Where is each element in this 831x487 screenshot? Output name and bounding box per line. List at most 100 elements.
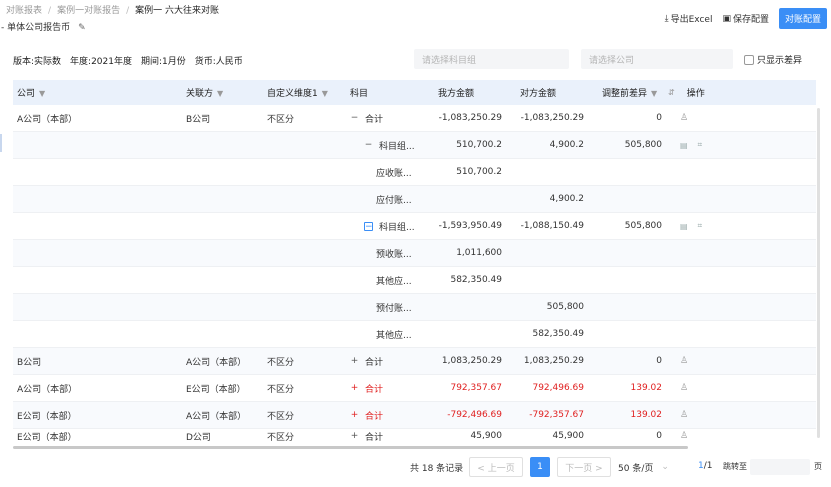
col-op: ⇵ 操作 <box>666 86 816 99</box>
company-select[interactable]: 请选择公司 <box>581 49 733 69</box>
sort-icon[interactable]: ⇵ <box>668 88 675 97</box>
save-config-button[interactable]: ▣ 保存配置 <box>722 12 769 26</box>
cell-mine: 510,700.2 <box>456 140 502 150</box>
col-company[interactable]: 公司 ▼ <box>13 86 182 99</box>
cell-op: ♙ <box>666 356 816 366</box>
col-dim[interactable]: 自定义维度1 ▼ <box>263 86 346 99</box>
filter-icon[interactable]: ▼ <box>217 89 223 98</box>
person-icon[interactable]: ♙ <box>680 410 688 420</box>
cell-party: B公司 <box>186 114 211 125</box>
collapse-icon[interactable]: − <box>364 221 373 231</box>
subtitle-text: - 单体公司报告币 <box>1 23 71 33</box>
table-row[interactable]: 其他应... 582,350.49 <box>13 321 816 348</box>
export-excel-button[interactable]: ⤓ 导出Excel <box>665 12 713 26</box>
table-row[interactable]: E公司（本部） D公司 不区分 + 合计 45,900 45,900 0 ♙ <box>13 429 816 443</box>
cell-diff: 0 <box>656 431 662 441</box>
cell-party: A公司（本部） <box>186 411 247 422</box>
only-diff-label: 只显示差异 <box>757 56 803 66</box>
cell-their: -1,088,150.49 <box>520 221 584 231</box>
collapse-icon[interactable]: − <box>364 140 373 150</box>
subject-label: 合计 <box>365 357 384 368</box>
detail-icon[interactable]: ▤ <box>680 141 688 150</box>
table-row[interactable]: A公司（本部） B公司 不区分 − 合计 -1,083,250.29 -1,083… <box>13 105 816 132</box>
table-row[interactable]: E公司（本部） A公司（本部） 不区分 + 合计 -792,496.69 -792… <box>13 402 816 429</box>
cell-mine: 792,357.67 <box>450 383 502 393</box>
only-diff-checkbox[interactable]: 只显示差异 <box>744 53 802 66</box>
reconciliation-table: 公司 ▼ 关联方 ▼ 自定义维度1 ▼ 科目 我方金额 对方金额 调整前差异 ▼ ⇵ 操作… <box>13 80 816 443</box>
adjust-icon[interactable]: ⌗ <box>698 221 703 231</box>
reconcile-config-button[interactable]: 对账配置 <box>778 8 827 29</box>
cell-mine: 582,350.49 <box>450 275 502 285</box>
table-row[interactable]: − 科目组... 510,700.2 4,900.2 505,800 ▤ ⌗ <box>13 132 816 159</box>
cell-party: A公司（本部） <box>186 357 247 368</box>
person-icon[interactable]: ♙ <box>680 113 688 123</box>
cell-subject: 预付账... <box>376 303 412 314</box>
table-row[interactable]: − 科目组... -1,593,950.49 -1,088,150.49 505,… <box>13 213 816 240</box>
top-bar: 对账报表 / 案例一对账报告 / 案例一 六大往来对账 - 单体公司报告币 ✎ ⤓ 导出Ex… <box>0 0 831 38</box>
table-row[interactable]: 其他应... 582,350.49 <box>13 267 816 294</box>
page-size-label: 50 条/页 <box>618 463 654 474</box>
breadcrumb-item-current: 案例一 六大往来对账 <box>135 6 219 16</box>
cell-their: 1,083,250.29 <box>523 356 584 366</box>
filter-icon[interactable]: ▼ <box>39 89 45 98</box>
expand-icon[interactable]: + <box>350 410 359 420</box>
breadcrumb: 对账报表 / 案例一对账报告 / 案例一 六大往来对账 <box>6 3 219 16</box>
filter-bar: 版本:实际数 年度:2021年度 期间:1月份 货币:人民币 请选择科目组 请选择公司… <box>0 48 831 72</box>
col-company-label: 公司 <box>17 89 36 99</box>
total-pages: /1 <box>703 461 713 471</box>
cell-op: ♙ <box>666 431 816 441</box>
table-row[interactable]: 应收账... 510,700.2 <box>13 159 816 186</box>
expand-icon[interactable]: + <box>350 356 359 366</box>
page-size-select[interactable]: 50 条/页 ⌄ <box>614 457 674 477</box>
table-row[interactable]: 应付账... 4,900.2 <box>13 186 816 213</box>
meta-period: 期间:1月份 <box>140 57 186 67</box>
expand-icon[interactable]: + <box>350 431 359 441</box>
cell-mine: -1,083,250.29 <box>438 113 502 123</box>
jump-label: 跳转至 <box>723 462 747 471</box>
checkbox-box[interactable] <box>744 54 754 65</box>
cell-diff: 139.02 <box>630 383 663 393</box>
col-op-label: 操作 <box>686 89 705 99</box>
adjust-icon[interactable]: ⌗ <box>698 140 703 150</box>
chevron-down-icon: ⌄ <box>661 462 669 472</box>
subject-label: 合计 <box>365 432 384 443</box>
prev-page-button[interactable]: < 上一页 <box>469 457 523 477</box>
toolbar-actions: ⤓ 导出Excel ▣ 保存配置 对账配置 <box>665 8 827 29</box>
filter-icon[interactable]: ▼ <box>651 89 657 98</box>
cell-dim: 不区分 <box>267 114 295 125</box>
col-their-label: 对方金额 <box>520 89 557 99</box>
vertical-scrollbar[interactable] <box>817 108 820 438</box>
page-unit-label: 页 <box>814 462 822 471</box>
breadcrumb-item-reports[interactable]: 对账报表 <box>6 6 42 16</box>
breadcrumb-item-report[interactable]: 案例一对账报告 <box>57 6 120 16</box>
edit-icon[interactable]: ✎ <box>78 23 86 33</box>
person-icon[interactable]: ♙ <box>680 383 688 393</box>
horizontal-scrollbar[interactable] <box>13 446 688 449</box>
jump-page-input[interactable] <box>750 459 810 475</box>
table-row[interactable]: A公司（本部） E公司（本部） 不区分 + 合计 792,357.67 792,4… <box>13 375 816 402</box>
cell-subject: 预收账... <box>376 249 412 260</box>
table-row[interactable]: 预收账... 1,011,600 <box>13 240 816 267</box>
person-icon[interactable]: ♙ <box>680 356 688 366</box>
subject-label: 合计 <box>365 411 384 422</box>
person-icon[interactable]: ♙ <box>680 431 688 441</box>
breadcrumb-separator: / <box>126 6 130 16</box>
next-page-button[interactable]: 下一页 > <box>557 457 611 477</box>
subject-group-select[interactable]: 请选择科目组 <box>414 49 569 69</box>
table-row[interactable]: B公司 A公司（本部） 不区分 + 合计 1,083,250.29 1,083,2… <box>13 348 816 375</box>
expand-icon[interactable]: + <box>350 383 359 393</box>
detail-icon[interactable]: ▤ <box>680 222 688 231</box>
cell-op: ▤ ⌗ <box>666 221 816 231</box>
cell-dim: 不区分 <box>267 357 295 368</box>
cell-their: 792,496.69 <box>532 383 584 393</box>
col-party[interactable]: 关联方 ▼ <box>182 86 263 99</box>
page-indicator: 1/1 <box>698 461 713 471</box>
cell-mine: 510,700.2 <box>456 167 502 177</box>
col-diff[interactable]: 调整前差异 ▼ <box>588 86 666 99</box>
page-1-button[interactable]: 1 <box>530 457 550 477</box>
collapse-icon[interactable]: − <box>350 113 359 123</box>
filter-icon[interactable]: ▼ <box>322 89 328 98</box>
table-row[interactable]: 预付账... 505,800 <box>13 294 816 321</box>
cell-subject: − 科目组... <box>346 139 424 152</box>
cell-op: ▤ ⌗ <box>666 140 816 150</box>
